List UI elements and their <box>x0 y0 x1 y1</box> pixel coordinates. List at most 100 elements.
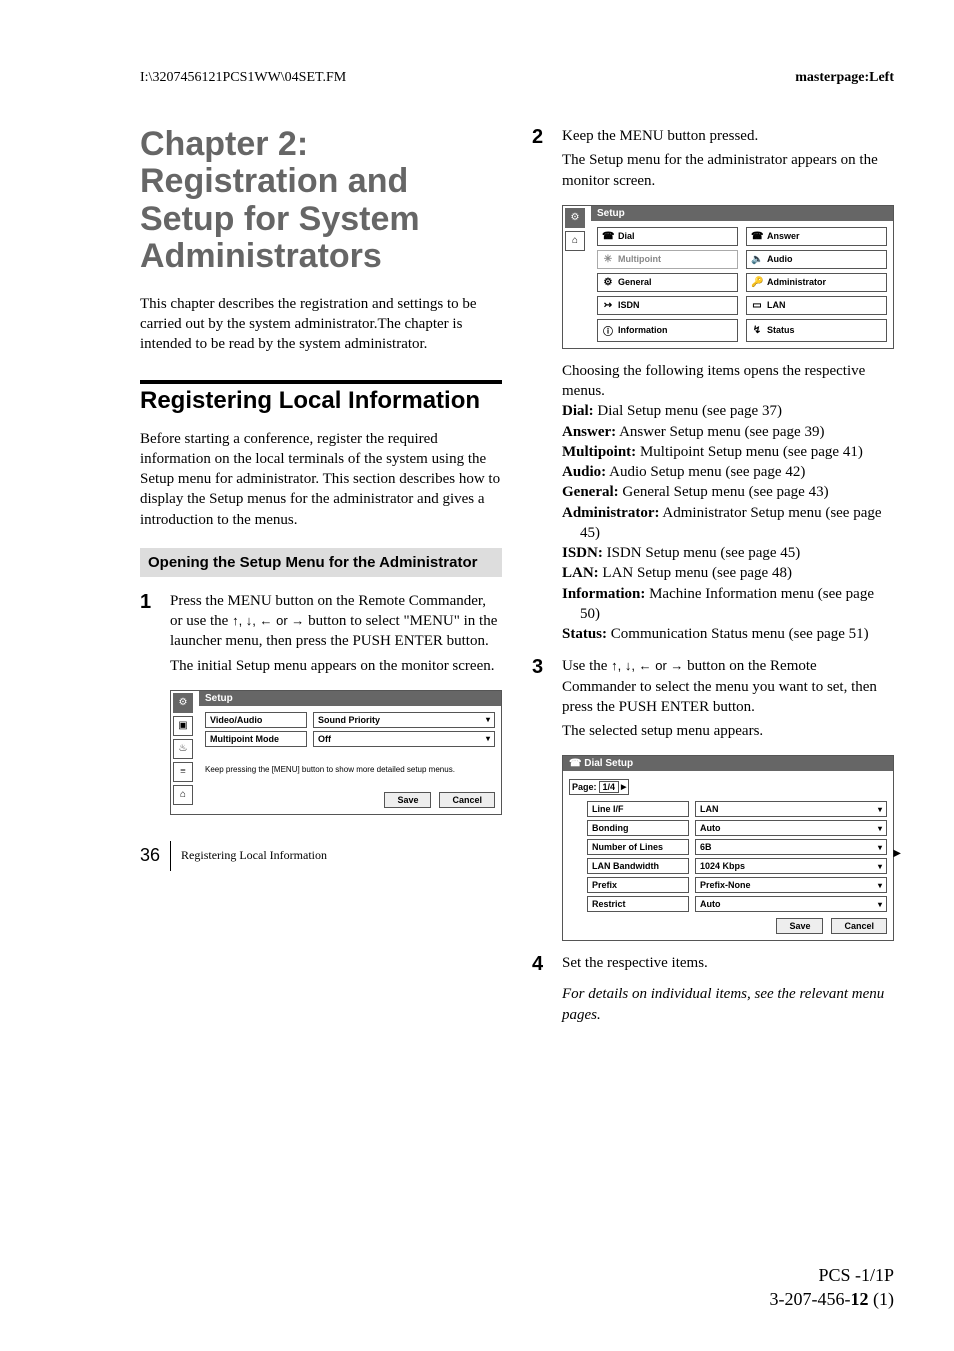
wrench-icon: ⚙ <box>565 208 585 228</box>
menu-item-administrator[interactable]: 🔑Administrator <box>746 273 887 292</box>
step-text: Set the respective items. <box>562 955 708 971</box>
chevron-down-icon: ▾ <box>878 881 882 890</box>
field-value: LAN <box>700 804 719 814</box>
menu-item-status[interactable]: ↯ Status <box>746 319 887 342</box>
sidebar-icon: ▣ <box>173 716 193 736</box>
def-term: ISDN: <box>562 545 603 561</box>
screen-admin-setup: ⚙ ⌂ Setup ☎Dial☎Answer✳Multipoint🔈Audio⚙… <box>562 205 894 349</box>
running-header: I:\3207456121PCS1WW\04SET.FM masterpage:… <box>140 70 894 86</box>
def-desc: Communication Status menu (see page 51) <box>607 626 869 642</box>
chevron-down-icon: ▾ <box>878 824 882 833</box>
subsection-title: Opening the Setup Menu for the Administr… <box>140 548 502 577</box>
screen-initial-setup: ⚙ ▣ ♨ ≡ ⌂ Setup Video/AudioSound Priorit… <box>170 690 502 815</box>
intro-paragraph: This chapter describes the registration … <box>140 294 502 355</box>
menu-item-icon: ▭ <box>751 300 763 311</box>
phone-icon: ☎ <box>569 758 581 769</box>
def-desc: Multipoint Setup menu (see page 41) <box>636 444 863 460</box>
field-dropdown[interactable]: 1024 Kbps▾ <box>695 858 887 874</box>
cancel-button[interactable]: Cancel <box>439 792 495 808</box>
chevron-down-icon: ▾ <box>486 734 490 743</box>
doc-code-c: (1) <box>869 1289 895 1309</box>
sidebar-icon: ♨ <box>173 739 193 759</box>
screen-title: Setup <box>591 206 893 221</box>
field-dropdown[interactable]: Auto▾ <box>695 820 887 836</box>
definition-line: Audio: Audio Setup menu (see page 42) <box>562 462 894 482</box>
field-label: Bonding <box>587 820 689 836</box>
chevron-down-icon: ▾ <box>878 843 882 852</box>
menu-item-icon: ☎ <box>751 231 763 242</box>
definition-line: Information: Machine Information menu (s… <box>562 584 894 625</box>
menu-item-information[interactable]: ⓘInformation <box>597 319 738 342</box>
field-dropdown[interactable]: Prefix-None▾ <box>695 877 887 893</box>
menu-item-dial[interactable]: ☎Dial <box>597 227 738 246</box>
save-button[interactable]: Save <box>384 792 431 808</box>
step-body: Set the respective items. <box>562 953 894 976</box>
menu-item-multipoint: ✳Multipoint <box>597 250 738 269</box>
screen-sidebar-icons: ⚙ ⌂ <box>563 206 587 348</box>
menu-item-lan[interactable]: ▭LAN <box>746 296 887 315</box>
step-text-a: Use the <box>562 658 611 674</box>
setup-field-row: Video/AudioSound Priority▾ <box>205 712 495 728</box>
menu-item-label: Status <box>767 325 795 335</box>
menu-item-icon: 🔈 <box>751 254 763 265</box>
def-desc: LAN Setup menu (see page 48) <box>599 565 792 581</box>
footer-title: Registering Local Information <box>181 848 327 863</box>
arrow-glyphs: ↑, ↓, ← or → <box>611 658 683 673</box>
header-left: I:\3207456121PCS1WW\04SET.FM <box>140 70 346 86</box>
page-indicator[interactable]: Page: 1/4 ▶ <box>569 779 629 795</box>
save-button[interactable]: Save <box>776 918 823 934</box>
setup-field-row: Multipoint Mode Off▾ <box>205 731 495 747</box>
field-value: Auto <box>700 899 721 909</box>
screen-hint: Keep pressing the [MENU] button to show … <box>205 765 495 774</box>
step-sub: The Setup menu for the administrator app… <box>562 150 894 191</box>
doc-code-a: 3-207-456- <box>770 1289 851 1309</box>
field-dropdown[interactable]: LAN ▾ <box>695 801 887 817</box>
definition-line: Answer: Answer Setup menu (see page 39) <box>562 422 894 442</box>
step-body: Keep the MENU button pressed. The Setup … <box>562 126 894 191</box>
menu-item-icon: ↯ <box>751 325 763 336</box>
def-term: LAN: <box>562 565 599 581</box>
field-value: 1024 Kbps <box>700 861 745 871</box>
menu-item-general[interactable]: ⚙General <box>597 273 738 292</box>
menu-item-isdn[interactable]: ↣ISDN <box>597 296 738 315</box>
page-footer: 36 Registering Local Information <box>140 841 502 871</box>
step-3: 3 Use the ↑, ↓, ← or → button on the Rem… <box>532 656 894 741</box>
field-label: Restrict <box>587 896 689 912</box>
definition-line: General: General Setup menu (see page 43… <box>562 482 894 502</box>
field-label: Number of Lines <box>587 839 689 855</box>
menu-item-audio[interactable]: 🔈 Audio <box>746 250 887 269</box>
dial-field-row: Bonding Auto▾ <box>587 820 887 836</box>
menu-item-label: General <box>618 277 652 287</box>
chevron-down-icon: ▾ <box>878 805 882 814</box>
field-value: Sound Priority <box>318 715 380 725</box>
field-dropdown[interactable]: Off▾ <box>313 731 495 747</box>
field-dropdown[interactable]: Sound Priority ▾ <box>313 712 495 728</box>
chevron-right-icon: ▶ <box>621 783 626 791</box>
def-desc: Answer Setup menu (see page 39) <box>616 424 824 440</box>
cancel-button[interactable]: Cancel <box>831 918 887 934</box>
dial-field-row: PrefixPrefix-None▾ <box>587 877 887 893</box>
screen-dial-setup: ☎ Dial Setup Page: 1/4 ▶ Line I/FLAN▾Bon… <box>562 755 894 941</box>
dial-setup-label: Dial Setup <box>584 758 633 769</box>
menu-item-icon: 🔑 <box>751 277 763 288</box>
dial-field-row: Number of Lines 6B ▾ <box>587 839 887 855</box>
menu-item-answer[interactable]: ☎Answer <box>746 227 887 246</box>
sidebar-icon: ⌂ <box>173 785 193 805</box>
field-dropdown[interactable]: Auto▾ <box>695 896 887 912</box>
screen-title: ☎ Dial Setup <box>563 756 893 771</box>
menu-item-label: Audio <box>767 254 793 264</box>
field-dropdown[interactable]: 6B ▾ <box>695 839 887 855</box>
chapter-title: Chapter 2: Registration and Setup for Sy… <box>140 126 502 276</box>
step-text: Keep the MENU button pressed. <box>562 128 758 144</box>
def-intro-text: Choosing the following items opens the r… <box>562 361 894 402</box>
field-label: Multipoint Mode <box>205 731 307 747</box>
step-body: Press the MENU button on the Remote Comm… <box>170 591 502 676</box>
page-number: 36 <box>140 845 160 866</box>
chevron-down-icon: ▾ <box>486 715 490 724</box>
menu-item-label: Dial <box>618 231 635 241</box>
definition-line: Status: Communication Status menu (see p… <box>562 624 894 644</box>
step-sub: The selected setup menu appears. <box>562 721 894 741</box>
menu-item-icon: ✳ <box>602 254 614 265</box>
def-desc: Dial Setup menu (see page 37) <box>594 403 782 419</box>
field-value: 6B <box>700 842 712 852</box>
